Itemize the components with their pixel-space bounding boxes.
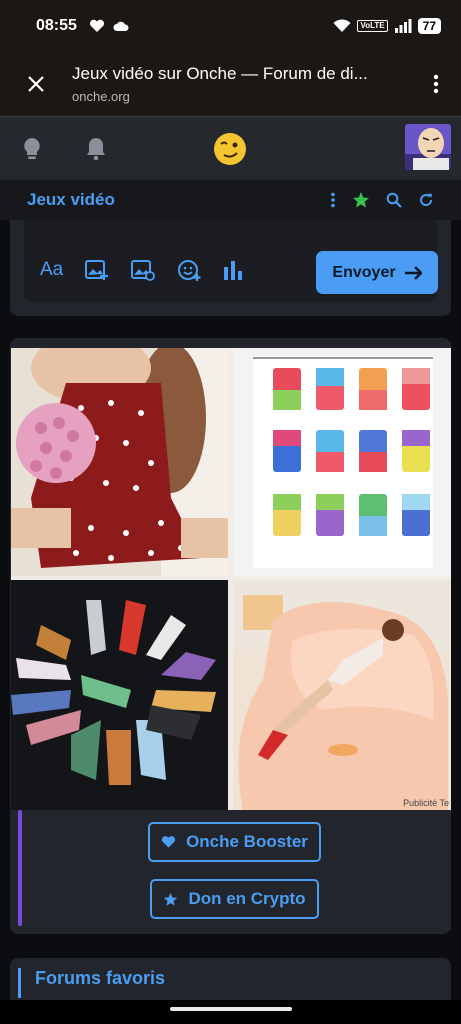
crypto-donation-button[interactable]: Don en Crypto: [150, 879, 319, 919]
page-title: Jeux vidéo sur Onche — Forum de di...: [72, 64, 368, 83]
send-button-label: Envoyer: [332, 263, 396, 281]
favorite-forums-title[interactable]: Forums favoris: [35, 968, 165, 989]
bell-icon[interactable]: [86, 137, 106, 161]
send-icon: [404, 265, 422, 280]
page-content: Aa Envoyer Publicité Te Onche Booster Do…: [0, 220, 461, 1008]
message-composer: Aa Envoyer: [10, 220, 451, 316]
ad-publicite-label: Publicité Te: [403, 798, 449, 808]
dress-photo: [11, 348, 228, 576]
gesture-bar: [0, 1000, 461, 1024]
browser-title-area[interactable]: Jeux vidéo sur Onche — Forum de di... on…: [72, 64, 411, 104]
user-avatar[interactable]: [405, 124, 451, 170]
send-button[interactable]: Envoyer: [316, 251, 438, 294]
gif-image-icon[interactable]: [131, 259, 156, 281]
home-gesture-handle[interactable]: [170, 1007, 292, 1011]
forum-title[interactable]: Jeux vidéo: [27, 190, 115, 210]
ad-image-2[interactable]: [233, 348, 451, 576]
browser-toolbar: Jeux vidéo sur Onche — Forum de di... on…: [0, 52, 461, 116]
ad-image-4[interactable]: Publicité Te: [233, 580, 451, 810]
volte-badge: VoLTE: [357, 20, 388, 32]
browser-menu-button[interactable]: [411, 74, 461, 94]
vape-pack-photo: [233, 348, 451, 576]
more-vert-icon[interactable]: [330, 192, 336, 208]
more-vert-icon: [433, 74, 439, 94]
close-icon: [28, 76, 44, 92]
ad-card: Publicité Te Onche Booster Don en Crypto: [10, 338, 451, 934]
favorite-forums-accent: [18, 968, 21, 998]
page-domain: onche.org: [72, 89, 130, 104]
close-tab-button[interactable]: [0, 75, 72, 93]
heart-icon: [161, 836, 176, 848]
format-text-button[interactable]: Aa: [40, 259, 63, 281]
poll-icon[interactable]: [223, 260, 243, 280]
avatar-image: [405, 124, 451, 170]
ad-accent-strip: [18, 810, 22, 926]
favorite-star-icon[interactable]: [352, 191, 370, 209]
crystals-photo: [11, 580, 228, 810]
pillow-bed-photo: [233, 580, 451, 810]
site-header: [0, 116, 461, 180]
crypto-donation-label: Don en Crypto: [188, 889, 306, 908]
signal-icon: [394, 19, 412, 33]
onche-logo-icon[interactable]: [212, 131, 248, 167]
onche-booster-button[interactable]: Onche Booster: [148, 822, 321, 862]
lightbulb-icon[interactable]: [22, 137, 42, 161]
star-icon: [164, 892, 178, 906]
onche-booster-label: Onche Booster: [186, 832, 308, 851]
search-icon[interactable]: [386, 192, 402, 208]
refresh-icon[interactable]: [418, 192, 434, 208]
cloud-icon: [113, 21, 129, 31]
status-time: 08:55: [36, 17, 77, 34]
ad-image-1[interactable]: [11, 348, 228, 576]
ad-image-3[interactable]: [11, 580, 228, 810]
composer-tools: Aa: [40, 258, 243, 282]
battery-indicator: 77: [417, 18, 441, 34]
forum-subnav: Jeux vidéo: [0, 180, 461, 220]
status-bar: 08:55 VoLTE 77: [0, 0, 461, 52]
wifi-icon: [333, 19, 351, 32]
heart-status-icon: [89, 19, 104, 32]
ad-image-grid[interactable]: Publicité Te: [11, 348, 451, 810]
add-emoji-icon[interactable]: [177, 258, 201, 282]
add-image-icon[interactable]: [85, 259, 109, 281]
